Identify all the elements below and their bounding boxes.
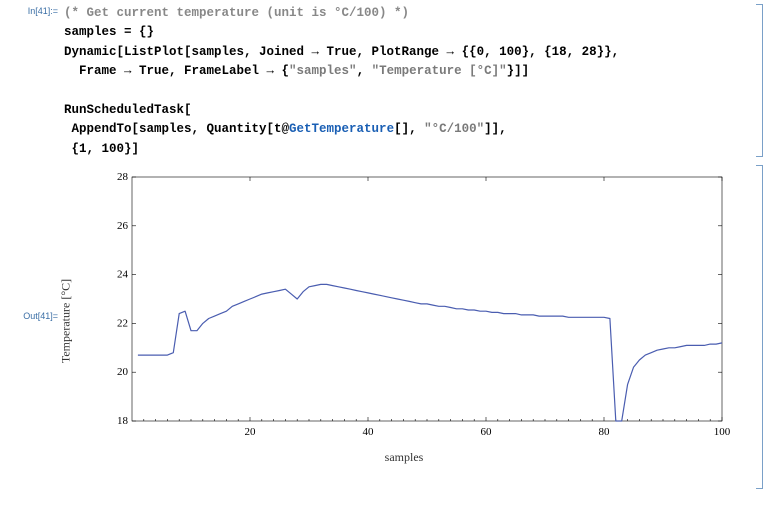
code-comment: (* Get current temperature (unit is °C/1… — [64, 6, 409, 20]
plot-svg: 18 20 22 24 26 28 20 40 60 80 100 — [106, 171, 730, 449]
cell-bracket-icon[interactable] — [756, 4, 763, 157]
svg-text:40: 40 — [363, 426, 375, 438]
code-block[interactable]: (* Get current temperature (unit is °C/1… — [64, 4, 751, 159]
temperature-plot: Temperature [°C] samples 182022242628204… — [74, 171, 734, 471]
svg-text:22: 22 — [117, 317, 128, 329]
svg-text:80: 80 — [599, 426, 611, 438]
cell-bracket-icon[interactable] — [756, 165, 763, 489]
svg-text:60: 60 — [481, 426, 493, 438]
svg-text:28: 28 — [117, 171, 129, 183]
output-label: Out[41]= — [0, 171, 64, 321]
svg-text:24: 24 — [117, 269, 129, 281]
svg-text:20: 20 — [117, 366, 129, 378]
svg-text:100: 100 — [714, 426, 730, 438]
input-label: In[41]:= — [0, 4, 64, 16]
y-axis-label: Temperature [°C] — [59, 279, 74, 363]
svg-text:26: 26 — [117, 220, 129, 232]
svg-text:18: 18 — [117, 415, 129, 427]
input-cell[interactable]: In[41]:= (* Get current temperature (uni… — [0, 0, 765, 161]
output-cell: Out[41]= Temperature [°C] samples 18 20 22… — [0, 161, 765, 493]
svg-text:20: 20 — [245, 426, 257, 438]
x-axis-label: samples — [385, 450, 424, 465]
